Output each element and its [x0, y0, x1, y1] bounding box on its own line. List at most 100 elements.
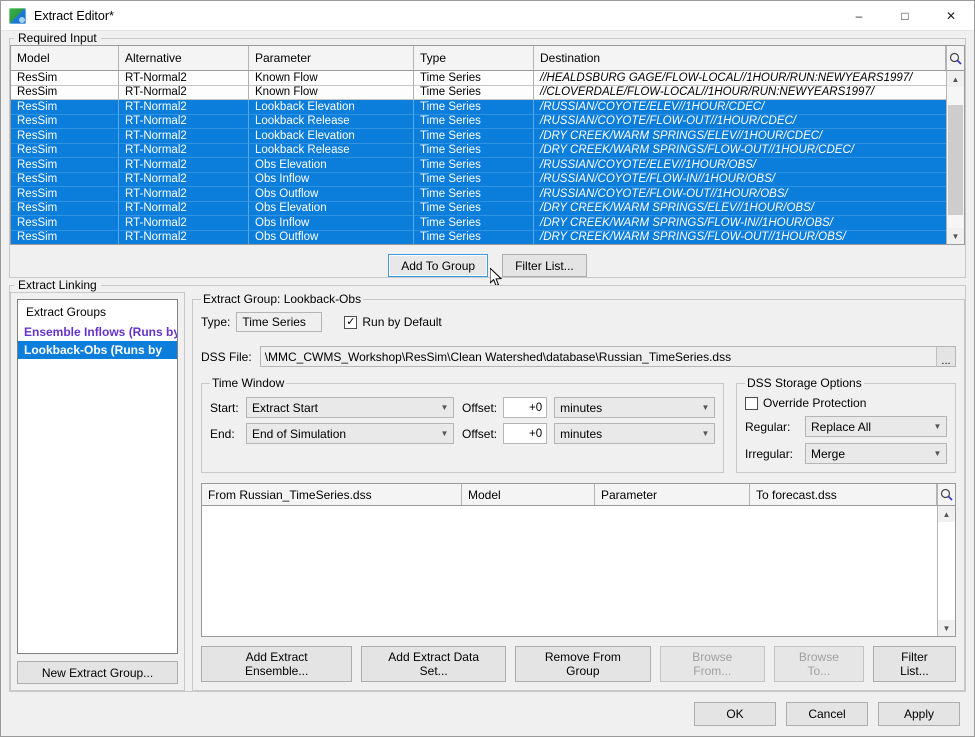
table-row[interactable]: ResSim RT-Normal2 Known Flow Time Series//H… — [11, 71, 946, 86]
column-header-from[interactable]: From Russian_TimeSeries.dss — [202, 484, 462, 505]
required-input-table: Model Alternative Parameter Type Destina… — [10, 45, 965, 245]
scroll-up-arrow-icon[interactable]: ▲ — [947, 71, 964, 87]
cell-type: Time Series — [414, 216, 534, 231]
required-input-group: Required Input Model Alternative Paramet… — [9, 31, 966, 287]
end-value: End of Simulation — [252, 426, 347, 441]
extract-group-item-0[interactable]: Ensemble Inflows (Runs by D... — [18, 323, 177, 341]
regular-combo[interactable]: Replace All ▼ — [805, 416, 947, 437]
cell-type: Time Series — [414, 172, 534, 187]
column-header-model-2[interactable]: Model — [462, 484, 595, 505]
scroll-thumb[interactable] — [948, 105, 963, 215]
column-header-parameter-2[interactable]: Parameter — [595, 484, 750, 505]
cell-model: ResSim — [11, 129, 119, 144]
column-header-to[interactable]: To forecast.dss — [750, 484, 937, 505]
cell-model: ResSim — [11, 143, 119, 158]
table-row[interactable]: ResSim RT-Normal2 Obs Elevation Time Series… — [11, 201, 946, 216]
table-row[interactable]: ResSim RT-Normal2 Lookback Release Time Ser… — [11, 114, 946, 129]
cell-alternative: RT-Normal2 — [119, 71, 249, 86]
table-row[interactable]: ResSim RT-Normal2 Obs Inflow Time Series/RU… — [11, 172, 946, 187]
table-row[interactable]: ResSim RT-Normal2 Obs Elevation Time Series… — [11, 158, 946, 173]
start-value: Extract Start — [252, 400, 319, 415]
chevron-down-icon: ▼ — [933, 422, 942, 431]
new-extract-group-button[interactable]: New Extract Group... — [17, 661, 178, 684]
table-row[interactable]: ResSim RT-Normal2 Lookback Elevation Time S… — [11, 100, 946, 115]
apply-button[interactable]: Apply — [878, 702, 960, 726]
cell-destination: /RUSSIAN/COYOTE/FLOW-OUT//1HOUR/OBS/ — [534, 187, 946, 202]
cell-alternative: RT-Normal2 — [119, 201, 249, 216]
filter-list-button[interactable]: Filter List... — [502, 254, 587, 277]
start-combo[interactable]: Extract Start ▼ — [246, 397, 454, 418]
extract-groups-list[interactable]: Extract Groups Ensemble Inflows (Runs by… — [17, 299, 178, 654]
extract-link-table: From Russian_TimeSeries.dss Model Parame… — [201, 483, 956, 637]
chevron-down-icon: ▼ — [701, 403, 710, 412]
cell-model: ResSim — [11, 187, 119, 202]
cell-model: ResSim — [11, 216, 119, 231]
extract-link-scrollbar[interactable]: ▲ ▼ — [937, 484, 955, 636]
scroll-up-arrow-icon[interactable]: ▲ — [938, 506, 955, 522]
extract-linking-legend: Extract Linking — [18, 278, 97, 292]
cell-model: ResSim — [11, 158, 119, 173]
scroll-down-arrow-icon[interactable]: ▼ — [938, 620, 955, 636]
required-input-scrollbar[interactable]: ▲ ▼ — [946, 46, 964, 244]
maximize-icon[interactable]: □ — [882, 1, 928, 30]
table-row[interactable]: ResSim RT-Normal2 Lookback Elevation Time S… — [11, 129, 946, 144]
end-combo[interactable]: End of Simulation ▼ — [246, 423, 454, 444]
checkbox-box-icon: ✓ — [344, 315, 358, 329]
remove-from-group-button[interactable]: Remove From Group — [515, 646, 651, 682]
table-row[interactable]: ResSim RT-Normal2 Known Flow Time Series//C… — [11, 85, 946, 100]
ok-button[interactable]: OK — [694, 702, 776, 726]
extract-group-item-1[interactable]: Lookback-Obs (Runs by — [18, 341, 177, 359]
cell-alternative: RT-Normal2 — [119, 85, 249, 100]
start-offset-units-combo[interactable]: minutes ▼ — [554, 397, 715, 418]
irregular-combo[interactable]: Merge ▼ — [805, 443, 947, 464]
end-offset-input[interactable]: +0 — [503, 423, 548, 444]
time-window-group: Time Window Start: Extract Start ▼ Offse… — [201, 376, 724, 473]
table-row[interactable]: ResSim RT-Normal2 Obs Inflow Time Series/DR… — [11, 216, 946, 231]
extract-link-header-row: From Russian_TimeSeries.dss Model Parame… — [202, 484, 937, 506]
scroll-track[interactable] — [938, 522, 955, 620]
required-input-buttons: Add To Group Filter List... — [10, 254, 965, 287]
column-header-alternative[interactable]: Alternative — [119, 46, 249, 70]
dss-file-label: DSS File: — [201, 349, 252, 364]
start-offset-units-value: minutes — [560, 400, 603, 415]
column-header-destination[interactable]: Destination — [534, 46, 946, 70]
cell-model: ResSim — [11, 71, 119, 86]
scroll-down-arrow-icon[interactable]: ▼ — [947, 228, 964, 244]
window-content: Required Input Model Alternative Paramet… — [1, 31, 974, 692]
cell-alternative: RT-Normal2 — [119, 129, 249, 144]
filter-list-button-lower[interactable]: Filter List... — [872, 646, 956, 682]
column-header-type[interactable]: Type — [414, 46, 534, 70]
cell-type: Time Series — [414, 100, 534, 115]
run-by-default-checkbox[interactable]: ✓ Run by Default — [344, 315, 442, 329]
table-row[interactable]: ResSim RT-Normal2 Lookback Release Time Ser… — [11, 143, 946, 158]
override-protection-checkbox[interactable]: Override Protection — [745, 396, 947, 410]
cell-model: ResSim — [11, 172, 119, 187]
add-extract-ensemble-button[interactable]: Add Extract Ensemble... — [201, 646, 353, 682]
add-to-group-button[interactable]: Add To Group — [388, 254, 489, 277]
column-header-parameter[interactable]: Parameter — [249, 46, 414, 70]
search-icon[interactable] — [947, 46, 964, 71]
regular-value: Replace All — [811, 419, 872, 434]
start-offset-input[interactable]: +0 — [503, 397, 548, 418]
cancel-button[interactable]: Cancel — [786, 702, 868, 726]
table-row[interactable]: ResSim RT-Normal2 Obs Outflow Time Series/D… — [11, 230, 946, 244]
cell-type: Time Series — [414, 71, 534, 86]
minimize-icon[interactable]: – — [836, 1, 882, 30]
cell-destination: /DRY CREEK/WARM SPRINGS/FLOW-OUT//1HOUR/… — [534, 144, 946, 158]
scroll-track[interactable] — [947, 87, 964, 228]
table-row[interactable]: ResSim RT-Normal2 Obs Outflow Time Series/R… — [11, 187, 946, 202]
column-header-model[interactable]: Model — [11, 46, 119, 70]
dss-file-browse-button[interactable]: ... — [936, 347, 955, 367]
cell-destination: /DRY CREEK/WARM SPRINGS/ELEV//1HOUR/CDEC… — [534, 129, 946, 144]
title-bar: Extract Editor* – □ ✕ — [1, 1, 974, 31]
extract-group-detail: Extract Group: Lookback-Obs Type: Time S… — [192, 292, 965, 691]
cell-parameter: Lookback Release — [249, 114, 414, 129]
type-field: Time Series — [236, 312, 323, 332]
search-icon[interactable] — [938, 484, 955, 506]
dss-file-field[interactable]: \MMC_CWMS_Workshop\ResSim\Clean Watershe… — [259, 346, 956, 367]
add-extract-data-set-button[interactable]: Add Extract Data Set... — [361, 646, 507, 682]
end-offset-units-combo[interactable]: minutes ▼ — [554, 423, 715, 444]
dss-storage-legend: DSS Storage Options — [747, 376, 862, 390]
cell-destination: /RUSSIAN/COYOTE/FLOW-IN//1HOUR/OBS/ — [534, 173, 946, 187]
close-icon[interactable]: ✕ — [928, 1, 974, 30]
